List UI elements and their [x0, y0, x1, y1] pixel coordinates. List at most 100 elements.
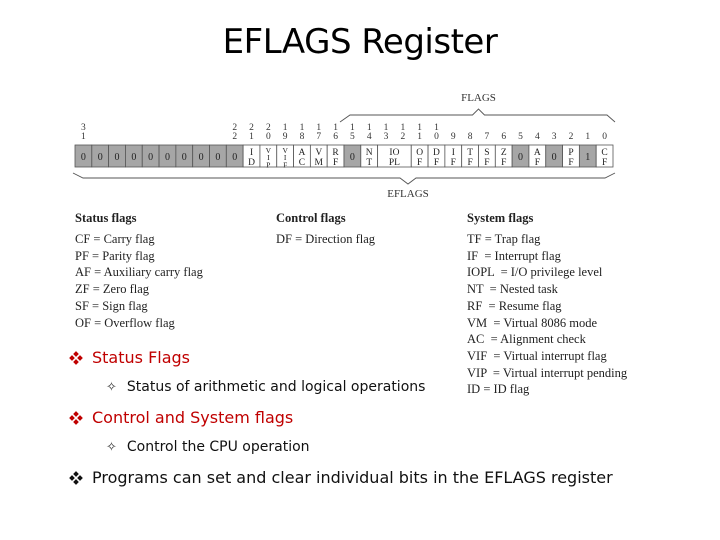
bit-cell-label: F: [484, 158, 489, 168]
bit-cell-label: T: [467, 148, 473, 158]
bit-cell-label: P: [568, 148, 573, 158]
bit-number: 8: [468, 132, 473, 142]
bit-cell-label: 0: [81, 152, 86, 163]
bit-cell-label: 0: [350, 152, 355, 163]
bit-number: 6: [501, 132, 506, 142]
four-point-star-icon: ✧: [106, 440, 117, 455]
bullet-text: Status Flags: [92, 348, 191, 367]
bit-cell-label: T: [366, 158, 372, 168]
bit-number: 5: [518, 132, 523, 142]
system-flag-item: IOPL = I/O privilege level: [467, 265, 603, 280]
bit-cell-label: 0: [182, 152, 187, 163]
control-flags-heading: Control flags: [276, 211, 346, 225]
bit-number: 3: [552, 132, 557, 142]
system-flag-item: IF = Interrupt flag: [467, 248, 561, 263]
system-flag-item: VM = Virtual 8086 mode: [467, 315, 598, 330]
status-flag-item: CF = Carry flag: [75, 232, 155, 246]
system-flag-item: ID = ID flag: [467, 382, 530, 397]
bit-cell-label: 0: [518, 152, 523, 163]
bit-cell-label: M: [315, 158, 324, 168]
system-flag-item: NT = Nested task: [467, 282, 558, 297]
diamond-dots-icon: [69, 471, 83, 485]
status-flag-item: AF = Auxiliary carry flag: [75, 265, 203, 280]
bit-number: 9: [451, 132, 456, 142]
bit-cell-label: F: [417, 158, 422, 168]
sub-bullet-item: ✧ Status of arithmetic and logical operat…: [106, 379, 425, 395]
status-flag-item: ZF = Zero flag: [75, 282, 150, 297]
bit-cell-label: 0: [115, 152, 120, 163]
eflags-brace: [72, 172, 616, 185]
system-flags-heading: System flags: [467, 211, 534, 225]
bit-number: 2: [569, 132, 574, 142]
flags-label: FLAGS: [461, 92, 496, 104]
bit-cell-label: F: [451, 158, 456, 168]
bit-cell-label: Z: [501, 148, 507, 158]
bit-cell-label: R: [332, 148, 339, 158]
control-flag-item: DF = Direction flag: [276, 232, 376, 246]
bit-cell-label: S: [484, 148, 489, 158]
bit-cell-label: F: [602, 158, 607, 168]
bit-number: 1: [81, 132, 86, 142]
bullet-text: Programs can set and clear individual bi…: [92, 468, 613, 487]
bit-number: 3: [384, 132, 389, 142]
status-flag-item: OF = Overflow flag: [75, 315, 175, 330]
bullet-text: Control and System flags: [92, 408, 294, 427]
bit-number: 7: [485, 132, 490, 142]
system-flag-item: RF = Resume flag: [467, 298, 562, 313]
eflags-label: EFLAGS: [387, 188, 429, 200]
bit-cell-label: F: [501, 158, 506, 168]
bit-cell-label: A: [299, 148, 306, 158]
bit-cell-label: I: [250, 148, 253, 158]
bullet-text: Control the CPU operation: [126, 439, 310, 455]
bit-cell-label: 0: [131, 152, 136, 163]
bit-cell-label: 0: [552, 152, 557, 163]
bullet-item: Status Flags: [69, 348, 191, 367]
bit-cell-label: D: [433, 148, 440, 158]
sub-bullet-item: ✧ Control the CPU operation: [106, 439, 310, 455]
bit-cell-label: N: [366, 148, 373, 158]
bit-cell-label: 0: [215, 152, 220, 163]
bit-number: 2: [232, 132, 237, 142]
bit-cell-label: F: [535, 158, 540, 168]
bit-cell-label: I: [452, 148, 455, 158]
bit-cell-label: A: [534, 148, 541, 158]
system-flag-item: TF = Trap flag: [467, 232, 541, 246]
bit-cell-label: V: [315, 148, 322, 158]
bit-cell-label: 0: [232, 152, 237, 163]
bit-cell-label: P: [266, 160, 270, 169]
bit-number: 0: [434, 132, 439, 142]
bit-number: 5: [350, 132, 355, 142]
bit-number: 1: [249, 132, 254, 142]
bit-cell-label: F: [333, 158, 338, 168]
status-flags-heading: Status flags: [75, 211, 137, 225]
bit-number: 2: [400, 132, 405, 142]
bit-cell-label: IO: [389, 148, 399, 158]
bullet-item: Control and System flags: [69, 408, 294, 427]
bit-cell-label: D: [248, 158, 255, 168]
status-flags-column: Status flags CF = Carry flag PF = Parity…: [75, 210, 203, 331]
bullet-item: Programs can set and clear individual bi…: [69, 468, 613, 487]
bit-cell-label: PL: [389, 158, 400, 168]
bit-cell-label: F: [568, 158, 573, 168]
bit-cell-label: 0: [98, 152, 103, 163]
bit-cell-label: 0: [148, 152, 153, 163]
bit-cell-label: O: [416, 148, 423, 158]
bit-cell-label: F: [283, 160, 287, 169]
bit-number: 0: [602, 132, 607, 142]
system-flag-item: AC = Alignment check: [467, 332, 586, 347]
four-point-star-icon: ✧: [106, 380, 117, 395]
bit-cell-label: C: [601, 148, 607, 158]
bit-number: 1: [585, 132, 590, 142]
bit-cell-label: F: [467, 158, 472, 168]
bit-number: 7: [316, 132, 321, 142]
bit-number: 6: [333, 132, 338, 142]
bit-number: 4: [367, 132, 372, 142]
bit-number: 1: [417, 132, 422, 142]
diamond-dots-icon: [69, 351, 83, 365]
bit-number: 9: [283, 132, 288, 142]
flags-brace: [339, 108, 616, 123]
bit-cell-label: C: [299, 158, 305, 168]
bit-cell-label: F: [434, 158, 439, 168]
bit-number: 8: [300, 132, 305, 142]
status-flag-item: PF = Parity flag: [75, 248, 155, 263]
